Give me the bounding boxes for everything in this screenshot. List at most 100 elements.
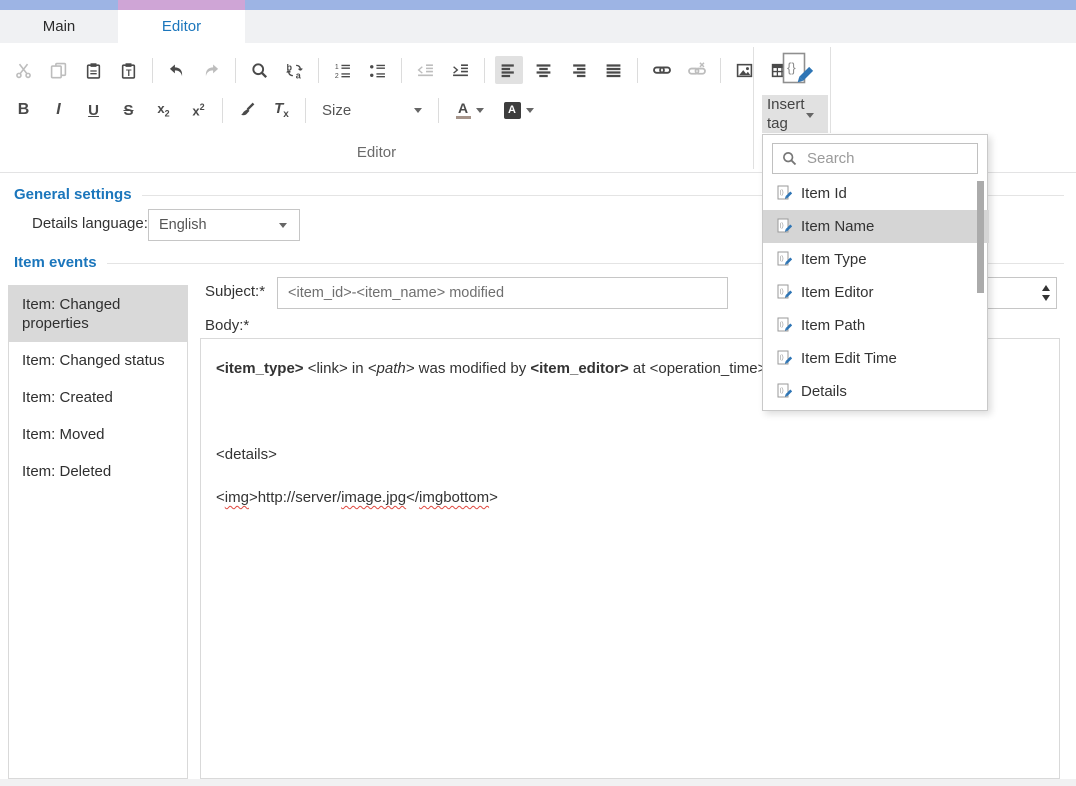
window-accent-strip [0,0,1076,10]
search-input[interactable] [805,149,959,168]
toolbar-separator [222,98,223,123]
menu-item-label: Item Name [801,218,874,235]
format-painter-button[interactable] [233,96,261,124]
tab-editor[interactable]: Editor [118,10,245,44]
event-list-item[interactable]: Item: Deleted [9,453,187,490]
body-paragraph: <img>http://server/image.jpg</imgbottom> [216,487,1044,509]
cut-button[interactable] [10,56,38,84]
spinner-down-icon[interactable] [1042,295,1050,301]
tag-icon: () [777,218,792,235]
event-list-item[interactable]: Item: Moved [9,416,187,453]
background-color-button[interactable]: A [498,96,540,124]
event-list-item[interactable]: Item: Created [9,379,187,416]
body-text-segment: </ [406,489,419,506]
italic-button[interactable]: I [45,96,73,124]
body-text-segment: <details> [216,446,277,463]
font-size-select[interactable]: Size [316,96,428,124]
insert-tag-menu-item[interactable]: () Item Name [763,210,989,243]
insert-tag-menu-item[interactable]: ()Item Type [763,243,989,276]
find-button[interactable] [246,56,274,84]
remove-format-button[interactable]: Tx [268,96,296,124]
body-text-segment: <path> [368,360,415,377]
toolbar-separator [235,58,236,83]
body-text-segment: <item_editor> [530,360,628,377]
toolbar-separator [318,58,319,83]
numbered-list-button[interactable]: 12 [329,56,357,84]
misspelled-text: image.jpg [341,489,406,506]
copy-button[interactable] [45,56,73,84]
svg-text:(): () [780,223,784,229]
toolbar-separator [152,58,153,83]
svg-text:{}: {} [787,60,796,75]
increase-indent-button[interactable] [447,56,475,84]
toolbar-row-2: BIUSx2x2 Tx Size AA [6,95,543,125]
body-text-segment: > [489,489,498,506]
svg-text:(): () [780,289,784,295]
event-list-item[interactable]: Item: Changed properties [9,286,187,342]
paste-button[interactable] [80,56,108,84]
svg-text:(): () [780,322,784,328]
chevron-down-icon [279,223,287,228]
misspelled-text: img [225,489,249,506]
svg-text:1: 1 [335,64,339,71]
subject-input[interactable] [277,277,728,309]
insert-tag-label-line1: Insert [767,96,805,113]
svg-text:(): () [780,190,784,196]
insert-link-button[interactable] [648,56,676,84]
insert-tag-menu-item[interactable]: ()Item Id [763,177,989,210]
insert-tag-label-line2: tag [767,115,788,132]
ribbon-group-label: Editor [0,144,753,161]
chevron-down-icon [526,108,534,113]
body-text-segment: <item_type> [216,360,304,377]
svg-text:2: 2 [335,73,339,79]
align-left-button[interactable] [495,56,523,84]
details-language-value: English [159,217,207,233]
chevron-down-icon [476,108,484,113]
chevron-down-icon [414,108,422,113]
paste-plain-text-button[interactable]: T [115,56,143,84]
item-events-list: Item: Changed propertiesItem: Changed st… [8,285,188,779]
body-paragraph: <details> [216,444,1044,466]
tag-icon: () [777,185,792,202]
bold-button[interactable]: B [10,96,38,124]
align-center-button[interactable] [530,56,558,84]
svg-text:(): () [780,256,784,262]
font-size-label: Size [322,102,351,119]
underline-button[interactable]: U [80,96,108,124]
svg-text:a: a [296,70,302,79]
replace-button[interactable]: ba [281,56,309,84]
search-icon [782,151,797,166]
remove-link-button[interactable] [683,56,711,84]
insert-tag-search-box[interactable] [772,143,978,174]
text-color-button[interactable]: A [449,96,491,124]
body-text-segment: <link> in [304,360,368,377]
decrease-indent-button[interactable] [412,56,440,84]
tab-main[interactable]: Main [0,10,118,43]
bullet-list-button[interactable] [364,56,392,84]
details-language-select[interactable]: English [148,209,300,241]
insert-tag-menu-item[interactable]: ()Details [763,375,989,408]
redo-button[interactable] [198,56,226,84]
superscript-button[interactable]: x2 [185,96,213,124]
event-list-item[interactable]: Item: Changed status [9,342,187,379]
body-label: Body:* [205,317,249,334]
insert-tag-label: Insert tag [762,95,828,133]
svg-text:(): () [780,355,784,361]
misspelled-text: imgbottom [419,489,489,506]
subscript-button[interactable]: x2 [150,96,178,124]
menu-scrollbar-thumb[interactable] [977,181,984,293]
toolbar-separator [484,58,485,83]
strikethrough-button[interactable]: S [115,96,143,124]
undo-button[interactable] [163,56,191,84]
insert-tag-menu-item[interactable]: ()Item Editor [763,276,989,309]
spinner-up-icon[interactable] [1042,285,1050,291]
toolbar-separator [438,98,439,123]
align-right-button[interactable] [565,56,593,84]
insert-image-button[interactable] [731,56,759,84]
toolbar-separator [637,58,638,83]
details-language-label: Details language: [32,215,148,232]
insert-tag-menu-item[interactable]: ()Item Edit Time [763,342,989,375]
tag-icon: () [777,317,792,334]
justify-button[interactable] [600,56,628,84]
insert-tag-menu-item[interactable]: ()Item Path [763,309,989,342]
